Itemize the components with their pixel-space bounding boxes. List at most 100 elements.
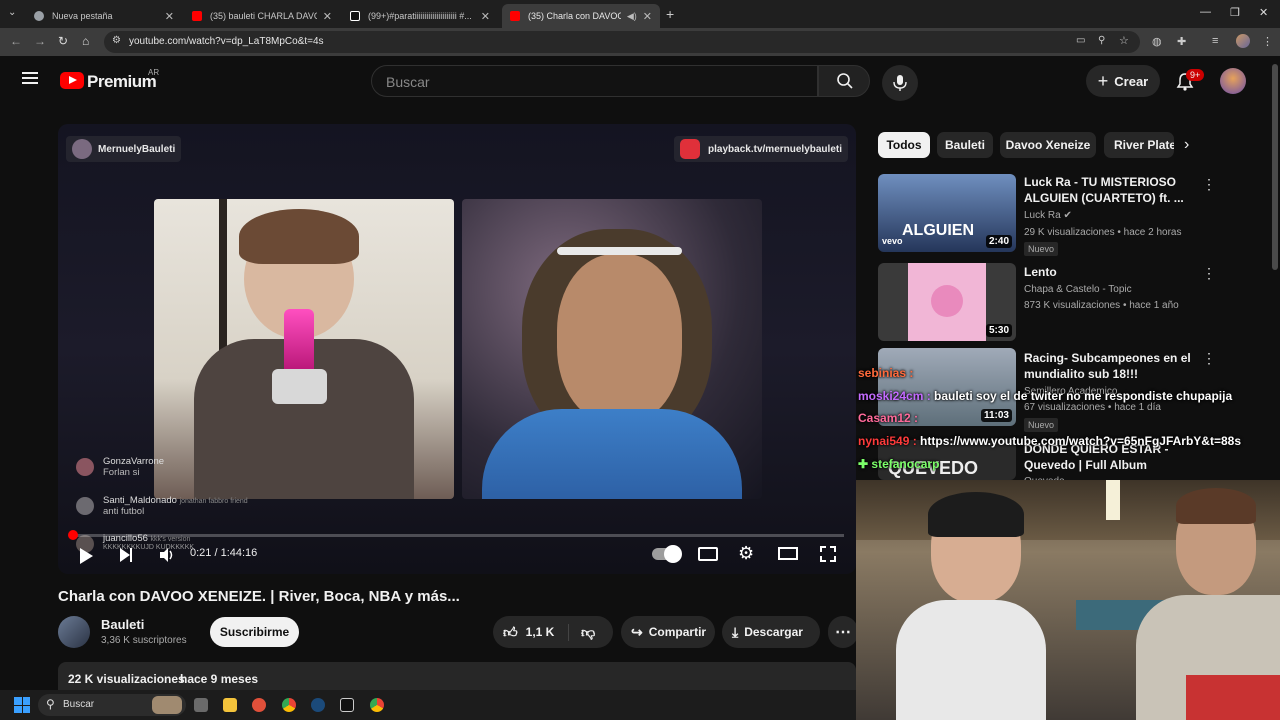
rec-channel: Chapa & Castelo - Topic	[1024, 284, 1132, 295]
tab-bauleti-charla[interactable]: (35) bauleti CHARLA DAVO XE... ✕	[184, 4, 340, 28]
youtube-logo[interactable]	[60, 72, 84, 89]
scrubber-handle[interactable]	[67, 530, 78, 540]
dislike-button[interactable]: 👎︎	[569, 624, 595, 641]
overlay-user: stefanocarp	[871, 457, 940, 471]
chat-text: anti futbol	[103, 506, 145, 517]
tab-title: Nueva pestaña	[52, 11, 113, 21]
chips-next-icon[interactable]: ›	[1184, 136, 1189, 154]
rec-title[interactable]: Racing- Subcampeones en el mundialito su…	[1024, 350, 1200, 382]
settings-gear-icon[interactable]: ⚙	[738, 543, 754, 564]
more-icon: ⋯	[835, 624, 851, 641]
streamer-badge: MernuelyBauleti	[66, 136, 182, 162]
site-info-icon[interactable]: ⚙	[112, 35, 121, 46]
overlay-message: bauleti soy el de twiter no me respondis…	[934, 389, 1233, 403]
app-icon[interactable]	[252, 698, 266, 712]
forward-icon[interactable]: →	[34, 34, 46, 48]
new-badge: Nuevo	[1024, 242, 1059, 256]
rec-menu-icon[interactable]: ⋮	[1202, 265, 1216, 282]
close-tab-icon[interactable]: ✕	[643, 10, 652, 23]
close-tab-icon[interactable]: ✕	[481, 10, 490, 23]
subtitles-icon[interactable]	[698, 547, 718, 561]
create-button[interactable]: + Crear	[1086, 65, 1160, 97]
create-label: Crear	[1114, 73, 1149, 89]
tab-tiktok[interactable]: (99+)#paratiiiiiiiiiiiiiiiiiiiii #... ✕	[342, 4, 498, 28]
bookmark-star-icon[interactable]: ☆	[1119, 34, 1129, 47]
progress-bar[interactable]	[67, 530, 844, 540]
restore-icon[interactable]: ❐	[1230, 6, 1240, 19]
microphone-icon	[893, 75, 907, 91]
tiktok-icon[interactable]	[340, 698, 354, 712]
close-window-icon[interactable]: ✕	[1259, 6, 1268, 19]
search-button[interactable]	[818, 65, 870, 97]
duration-badge: 2:40	[985, 235, 1012, 248]
address-bar[interactable]: ⚙ youtube.com/watch?v=dp_LaT8MpCo&t=4s ▭…	[104, 31, 1140, 53]
media-icon[interactable]: ≡	[1212, 35, 1218, 47]
search-input[interactable]: Buscar	[371, 65, 818, 97]
like-button[interactable]: 👍︎ 1,1 K	[493, 623, 569, 641]
scrollbar[interactable]	[1272, 64, 1278, 270]
overlay-chat-line: Casam12 :	[858, 411, 918, 425]
new-tab-button[interactable]: +	[666, 6, 674, 22]
subscribe-button[interactable]: Suscribirme	[210, 617, 299, 647]
chip-todos[interactable]: Todos	[878, 132, 930, 158]
tab-search-icon[interactable]: ⌄	[8, 7, 16, 18]
user-avatar[interactable]	[1220, 68, 1246, 94]
back-icon[interactable]: ←	[10, 34, 22, 48]
rec-title[interactable]: Lento	[1024, 264, 1200, 280]
windows-start-icon[interactable]	[14, 697, 30, 713]
steam-icon[interactable]	[311, 698, 325, 712]
minimize-icon[interactable]: —	[1200, 6, 1211, 18]
menu-icon[interactable]: ⋮	[1262, 35, 1273, 48]
home-icon[interactable]: ⌂	[82, 34, 89, 48]
share-button[interactable]: ↪ Compartir	[621, 616, 715, 648]
play-button[interactable]	[80, 548, 93, 564]
rec-title[interactable]: Luck Ra - TU MISTERIOSO ALGUIEN (CUARTET…	[1024, 174, 1200, 206]
chrome-icon[interactable]	[282, 698, 296, 712]
chip-bauleti[interactable]: Bauleti	[937, 132, 993, 158]
hamburger-menu-icon[interactable]	[22, 72, 38, 84]
overlay-message: https://www.youtube.com/watch?v=65nFgJFA…	[920, 434, 1241, 448]
rec-menu-icon[interactable]: ⋮	[1202, 176, 1216, 193]
more-actions-button[interactable]: ⋯	[828, 616, 858, 648]
file-explorer-icon[interactable]	[223, 698, 237, 712]
audio-icon[interactable]: ◀)	[627, 11, 637, 22]
puzzle-icon[interactable]: ✚	[1177, 35, 1186, 48]
channel-avatar[interactable]	[58, 616, 90, 648]
next-icon	[120, 548, 130, 562]
search-icon: ⚲	[46, 697, 55, 711]
fullscreen-icon[interactable]	[820, 546, 836, 562]
close-tab-icon[interactable]: ✕	[323, 10, 332, 23]
profile-avatar[interactable]	[1236, 34, 1250, 48]
task-view-icon[interactable]	[194, 698, 208, 712]
tab-charla-active[interactable]: (35) Charla con DAVOO XE... ◀) ✕	[502, 4, 660, 28]
channel-name[interactable]: Bauleti	[101, 617, 144, 632]
download-button[interactable]: ⤓ Descargar	[722, 616, 820, 648]
overlay-chat-line: ✚ stefanocarp	[858, 457, 939, 471]
video-title: Charla con DAVOO XENEIZE. | River, Boca,…	[58, 588, 460, 605]
reload-icon[interactable]: ↻	[58, 34, 68, 48]
video-player[interactable]: MernuelyBauleti playback.tv/mernuelybaul…	[58, 124, 856, 574]
autoplay-toggle[interactable]	[652, 545, 682, 563]
volume-button[interactable]	[158, 546, 176, 569]
rec-thumbnail[interactable]: 5:30	[878, 263, 1016, 341]
rec-menu-icon[interactable]: ⋮	[1202, 350, 1216, 367]
chip-river-plate[interactable]: River Plate	[1104, 132, 1174, 158]
voice-search-button[interactable]	[882, 65, 918, 101]
theater-mode-icon[interactable]	[778, 547, 798, 560]
thumb-caption: ALGUIEN	[902, 222, 974, 239]
photo-right	[462, 199, 762, 499]
chrome-active-icon[interactable]	[370, 698, 384, 712]
streamer-webcam	[856, 480, 1280, 720]
close-tab-icon[interactable]: ✕	[165, 10, 174, 23]
extension-icon[interactable]: ◍	[1152, 35, 1162, 48]
volume-icon	[160, 548, 173, 562]
chip-davoo-xeneize[interactable]: Davoo Xeneize	[1000, 132, 1096, 158]
taskbar-search[interactable]: ⚲ Buscar	[38, 694, 186, 716]
zoom-icon[interactable]: ⚲	[1098, 35, 1105, 46]
playback-logo-icon	[680, 139, 701, 159]
chat-text: Forlan si	[103, 467, 140, 478]
chat-avatar	[76, 458, 94, 476]
tab-new-tab[interactable]: Nueva pestaña ✕	[26, 4, 182, 28]
cast-icon[interactable]: ▭	[1076, 35, 1085, 46]
rec-thumbnail[interactable]: ALGUIEN vevo 2:40	[878, 174, 1016, 252]
